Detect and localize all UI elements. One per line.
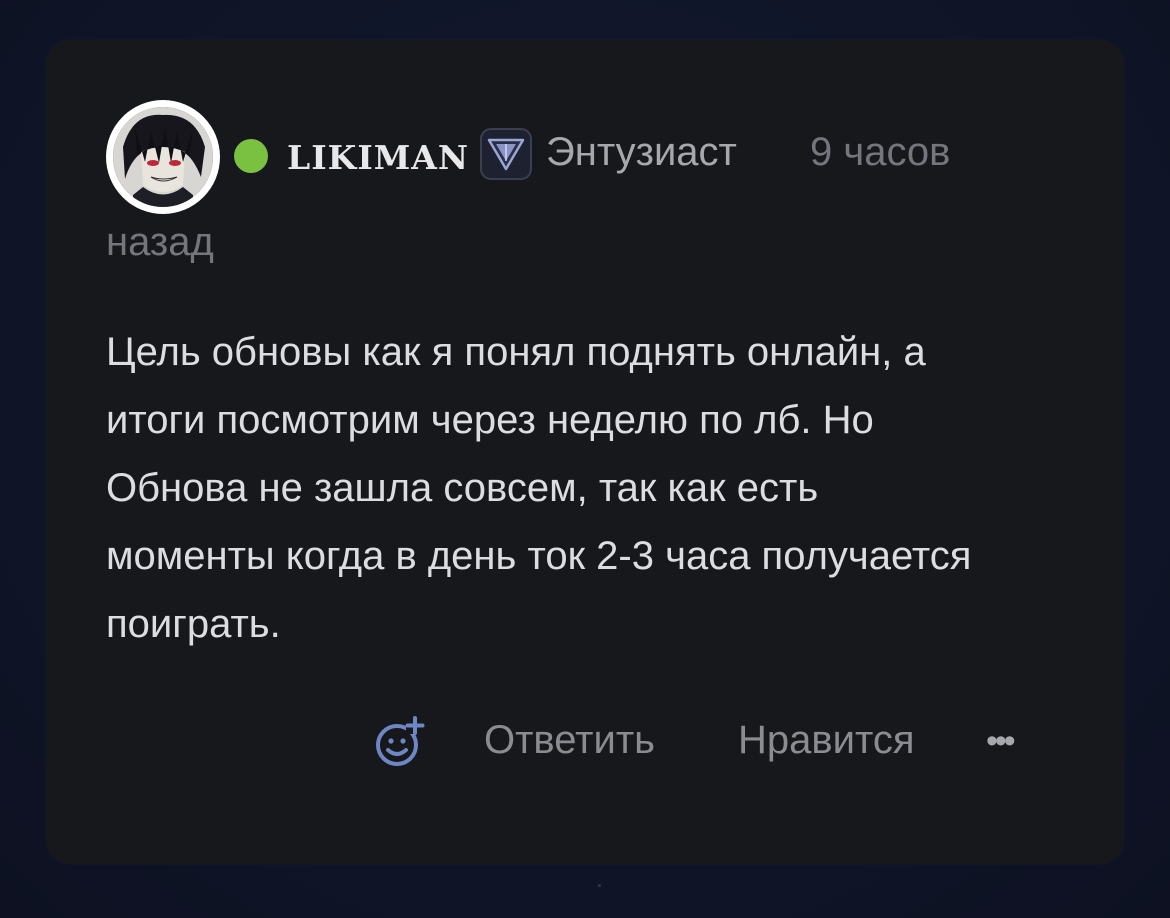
avatar[interactable] <box>106 100 220 214</box>
triangle-badge-icon <box>478 126 534 182</box>
page-background: LIKIMAN Энтузиаст 9 часов назад Цель обн… <box>0 0 1170 918</box>
comment-text-line: Обнова не зашла совсем, так как есть <box>106 466 819 510</box>
background-star <box>598 884 601 887</box>
more-options-icon[interactable]: ••• <box>986 722 1016 761</box>
comment-time-continued: назад <box>106 220 214 264</box>
reply-button[interactable]: Ответить <box>484 718 655 763</box>
comment-text-line: итоги посмотрим через неделю по лб. Но <box>106 398 874 442</box>
comment-text-line: Цель обновы как я понял поднять онлайн, … <box>106 330 926 374</box>
comment-text-line: моменты когда в день ток 2-3 часа получа… <box>106 534 972 578</box>
avatar-illustration-icon <box>113 107 213 207</box>
author-username[interactable]: LIKIMAN <box>287 138 469 177</box>
online-status-indicator <box>234 139 268 173</box>
like-button[interactable]: Нравится <box>738 718 915 763</box>
comment-time: 9 часов <box>810 130 951 174</box>
avatar-image <box>113 107 213 207</box>
comment-text: Цель обновы как я понял поднять онлайн, … <box>106 318 1096 658</box>
comment-text-line: поиграть. <box>106 602 281 646</box>
add-emoji-icon[interactable] <box>372 714 428 770</box>
author-rank-label: Энтузиаст <box>546 130 737 174</box>
